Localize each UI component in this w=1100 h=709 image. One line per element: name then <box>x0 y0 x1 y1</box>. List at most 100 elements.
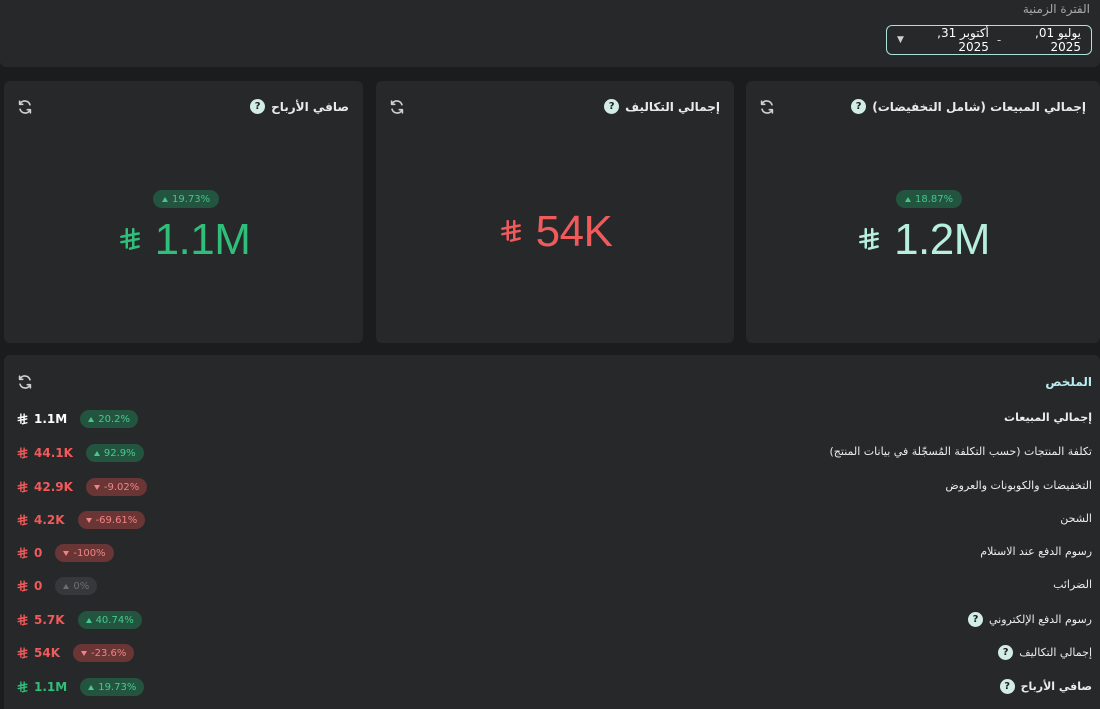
trend-down-icon <box>81 650 87 656</box>
kpi-title-sales-text: إجمالي المبيعات (شامل التخفيضات) <box>872 99 1086 114</box>
kpi-card-profit: صافي الأرباح ? 19.73% 1.1M <box>4 81 363 343</box>
trend-down-icon <box>63 550 70 556</box>
riyal-icon <box>498 219 524 245</box>
row-label-text: إجمالي المبيعات <box>1004 411 1092 424</box>
change-text: -23.6% <box>91 647 127 659</box>
period-panel: الفترة الزمنية يوليو 01, 2025 - أكتوبر 3… <box>0 0 1100 67</box>
change-badge: -69.61% <box>77 511 146 529</box>
row-value: 42.9K -9.02% <box>16 475 148 499</box>
summary-row-total-sales: إجمالي المبيعات 1.1M 20.2% <box>4 407 1100 431</box>
summary-row-total-costs: إجمالي التكاليف ? 54K -23.6% <box>4 641 1100 665</box>
riyal-icon <box>16 680 29 694</box>
summary-row-product-costs: تكلفة المنتجات (حسب التكلفة المُسجّلة في… <box>4 441 1100 465</box>
change-badge: -100% <box>55 544 114 562</box>
kpi-value-profit: 1.1M <box>4 215 363 265</box>
date-range-picker[interactable]: يوليو 01, 2025 - أكتوبر 31, 2025 ▼ <box>886 25 1092 55</box>
row-value: 44.1K 92.9% <box>16 441 144 465</box>
kpi-title-costs-text: إجمالي التكاليف <box>625 99 720 114</box>
change-badge: 20.2% <box>80 410 138 428</box>
change-text: 19.73% <box>98 681 137 693</box>
kpi-change-profit: 19.73% <box>172 193 211 205</box>
change-badge: -9.02% <box>85 478 148 496</box>
riyal-icon <box>16 613 29 627</box>
refresh-icon[interactable] <box>16 373 34 391</box>
refresh-icon[interactable] <box>16 98 34 116</box>
riyal-icon <box>16 480 29 494</box>
row-value: 0 0% <box>16 574 98 598</box>
change-badge: -23.6% <box>73 644 135 662</box>
help-icon[interactable]: ? <box>998 645 1014 660</box>
row-value-text: 44.1K <box>34 446 73 460</box>
trend-up-icon <box>905 196 911 202</box>
kpi-change-badge-profit: 19.73% <box>153 190 220 208</box>
row-label: صافي الأرباح ? <box>999 679 1092 694</box>
change-badge: 92.9% <box>85 444 144 462</box>
date-start: يوليو 01, 2025 <box>1035 26 1081 54</box>
kpi-title-sales: إجمالي المبيعات (شامل التخفيضات) ? <box>851 99 1086 114</box>
kpi-title-profit-text: صافي الأرباح <box>271 99 349 114</box>
change-text: 20.2% <box>98 413 130 425</box>
help-icon[interactable]: ? <box>999 679 1015 694</box>
refresh-icon[interactable] <box>758 98 776 116</box>
summary-panel: الملخص إجمالي المبيعات 1.1M 20.2% تكلفة … <box>4 355 1100 709</box>
trend-down-icon <box>93 484 100 490</box>
summary-title: الملخص <box>1045 375 1092 389</box>
kpi-change-badge-sales: 18.87% <box>896 190 963 208</box>
period-label: الفترة الزمنية <box>1022 2 1090 16</box>
row-label-text: صافي الأرباح <box>1020 680 1092 693</box>
help-icon[interactable]: ? <box>604 99 620 114</box>
summary-row-cod-fees: رسوم الدفع عند الاستلام 0 -100% <box>4 541 1100 565</box>
help-icon[interactable]: ? <box>851 99 867 114</box>
kpi-title-costs: إجمالي التكاليف ? <box>604 99 720 114</box>
row-value-text: 0 <box>34 579 43 593</box>
riyal-icon <box>16 513 29 527</box>
row-label: رسوم الدفع عند الاستلام <box>980 545 1092 558</box>
trend-up-icon <box>63 583 70 589</box>
row-label-text: الضرائب <box>1053 578 1092 591</box>
refresh-icon[interactable] <box>388 98 406 116</box>
row-value: 1.1M 20.2% <box>16 407 138 431</box>
row-label: تكلفة المنتجات (حسب التكلفة المُسجّلة في… <box>830 445 1093 458</box>
row-label-text: رسوم الدفع الإلكتروني <box>989 613 1092 626</box>
help-icon[interactable]: ? <box>250 99 266 114</box>
kpi-value-costs: 54K <box>376 207 734 257</box>
riyal-icon <box>16 546 29 560</box>
row-label-text: التخفيضات والكوبونات والعروض <box>945 479 1092 492</box>
trend-down-icon <box>85 517 92 523</box>
row-label: التخفيضات والكوبونات والعروض <box>945 479 1092 492</box>
kpi-card-costs: إجمالي التكاليف ? 54K <box>376 81 734 343</box>
row-label: رسوم الدفع الإلكتروني ? <box>968 612 1092 627</box>
row-label: إجمالي المبيعات <box>1004 411 1092 424</box>
kpi-change-sales: 18.87% <box>915 193 954 205</box>
change-text: 92.9% <box>103 447 136 459</box>
row-value-text: 42.9K <box>34 480 73 494</box>
change-badge: 40.74% <box>77 611 142 629</box>
riyal-icon <box>856 227 882 253</box>
row-value: 4.2K -69.61% <box>16 508 146 532</box>
row-label-text: تكلفة المنتجات (حسب التكلفة المُسجّلة في… <box>829 445 1093 458</box>
kpi-value-sales-text: 1.2M <box>894 215 990 264</box>
help-icon[interactable]: ? <box>968 612 983 627</box>
change-text: -9.02% <box>103 481 140 493</box>
chevron-down-icon: ▼ <box>897 35 904 45</box>
row-value-text: 1.1M <box>34 680 68 694</box>
row-value-text: 5.7K <box>34 613 65 627</box>
row-value: 5.7K 40.74% <box>16 608 142 632</box>
kpi-card-sales: إجمالي المبيعات (شامل التخفيضات) ? 18.87… <box>746 81 1100 343</box>
row-label-text: رسوم الدفع عند الاستلام <box>980 545 1092 558</box>
kpi-value-sales: 1.2M <box>746 215 1100 265</box>
row-value: 0 -100% <box>16 541 114 565</box>
row-value-text: 54K <box>34 646 60 660</box>
riyal-icon <box>16 412 29 426</box>
trend-up-icon <box>88 416 95 422</box>
summary-row-discounts: التخفيضات والكوبونات والعروض 42.9K -9.02… <box>4 475 1100 499</box>
row-value: 54K -23.6% <box>16 641 135 665</box>
row-label: الشحن <box>1060 512 1092 525</box>
change-badge: 0% <box>55 577 98 595</box>
riyal-icon <box>117 227 143 253</box>
change-text: 0% <box>73 580 90 592</box>
trend-up-icon <box>85 617 92 623</box>
row-label-text: الشحن <box>1060 512 1092 525</box>
kpi-value-costs-text: 54K <box>535 207 613 256</box>
row-value-text: 4.2K <box>34 513 65 527</box>
